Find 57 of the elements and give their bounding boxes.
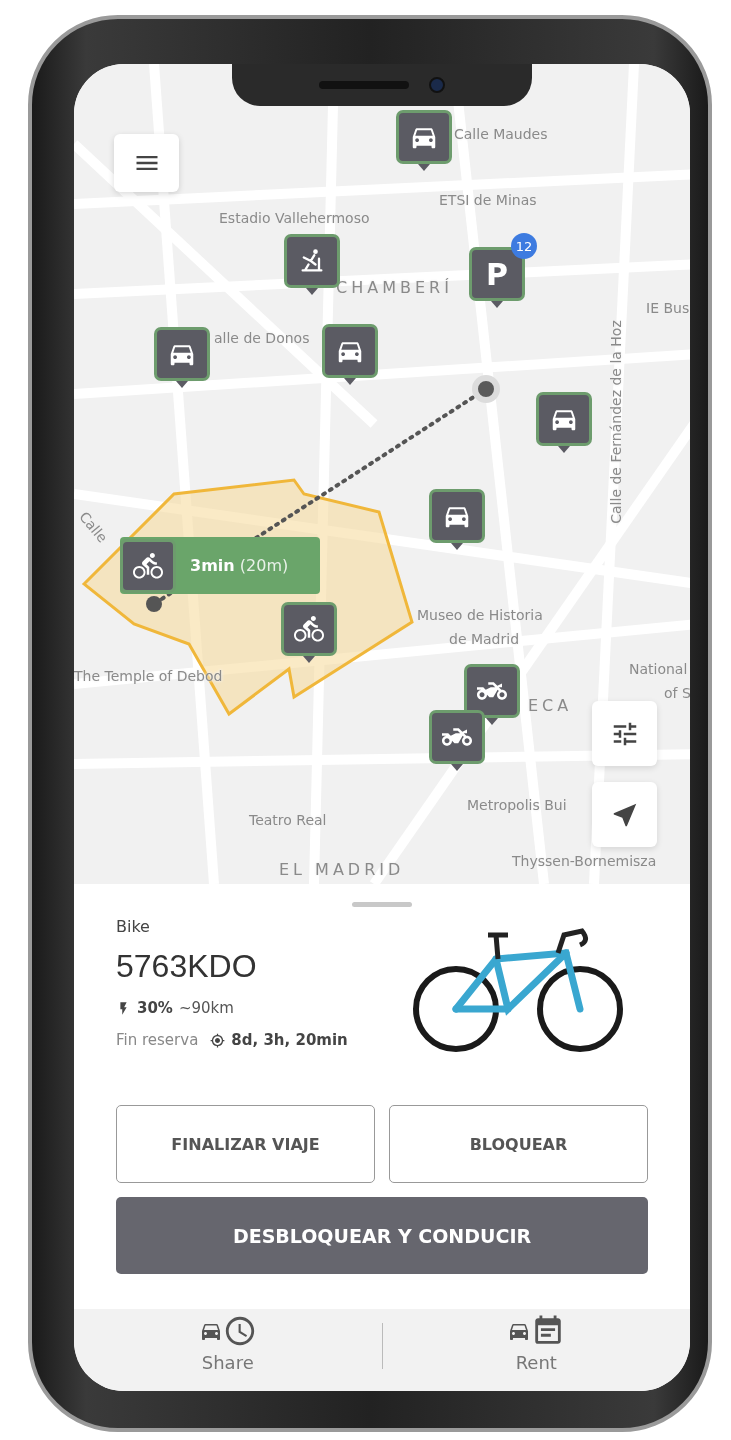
map-label: EL MADRID: [279, 860, 405, 879]
car-map-marker[interactable]: [154, 327, 210, 381]
drag-handle[interactable]: [352, 902, 412, 907]
marker-tail: [558, 446, 570, 453]
map-label: Estadio Vallehermoso: [219, 210, 370, 226]
bike-map-marker[interactable]: [281, 602, 337, 656]
map-label: CHAMBERÍ: [336, 278, 453, 297]
user-location-dot: [472, 375, 500, 403]
reservation-time: 8d, 3h, 20min: [231, 1031, 348, 1049]
map-label: of S: [664, 685, 690, 701]
map-label: IE Bus: [646, 300, 690, 316]
target-icon: [210, 1032, 226, 1048]
camera-lens: [429, 77, 445, 93]
menu-button[interactable]: [114, 134, 179, 192]
outline-button[interactable]: BLOQUEAR: [389, 1105, 648, 1183]
car-map-marker[interactable]: [536, 392, 592, 446]
map-label: de Madrid: [449, 631, 520, 647]
vehicle-type: Bike: [116, 917, 151, 936]
count-badge: 12: [511, 233, 537, 259]
primary-button[interactable]: DESBLOQUEAR Y CONDUCIR: [116, 1197, 648, 1274]
map-view[interactable]: [74, 64, 690, 884]
map-label: Museo de Historia: [417, 607, 543, 623]
car-map-marker[interactable]: [429, 489, 485, 543]
car-map-marker[interactable]: [322, 324, 378, 378]
tab-item[interactable]: Rent: [382, 1309, 690, 1391]
bike-map-marker[interactable]: [120, 538, 176, 593]
map-label: Calle Maudes: [454, 126, 548, 142]
reservation-label: Fin reserva: [116, 1031, 199, 1049]
map-label: Thyssen-Bornemisza: [512, 853, 657, 869]
marker-tail: [306, 288, 318, 295]
marker-tail: [176, 381, 188, 388]
marker-tail: [451, 764, 463, 771]
route-time-text: 3min (20m): [190, 556, 289, 575]
tab-item[interactable]: Share: [74, 1309, 382, 1391]
battery-level: 30%: [137, 999, 173, 1017]
map-label: Calle de Fernández de la Hoz: [607, 320, 624, 524]
locate-button[interactable]: [592, 782, 657, 847]
scooter-map-marker[interactable]: [429, 710, 485, 764]
cyclist-icon: [294, 614, 324, 644]
outline-button[interactable]: FINALIZAR VIAJE: [116, 1105, 375, 1183]
range-text: ~90km: [178, 999, 234, 1017]
map-label: ECA: [528, 696, 573, 715]
map-label: ETSI de Minas: [439, 192, 537, 208]
marker-tail: [451, 543, 463, 550]
cyclist-icon: [133, 550, 163, 581]
map-label: National: [629, 661, 688, 677]
scooter-map-marker[interactable]: [464, 664, 520, 718]
car-map-marker[interactable]: [396, 110, 452, 164]
marker-tail: [344, 378, 356, 385]
map-label: Teatro Real: [249, 812, 327, 828]
map-label: alle de Donos: [214, 330, 310, 346]
filter-button[interactable]: [592, 701, 657, 766]
vehicle-plate: 5763KDO: [116, 948, 258, 985]
marker-tail: [303, 656, 315, 663]
marker-tail: [491, 301, 503, 308]
marker-tail: [418, 164, 430, 171]
map-label: Metropolis Bui: [467, 797, 567, 813]
